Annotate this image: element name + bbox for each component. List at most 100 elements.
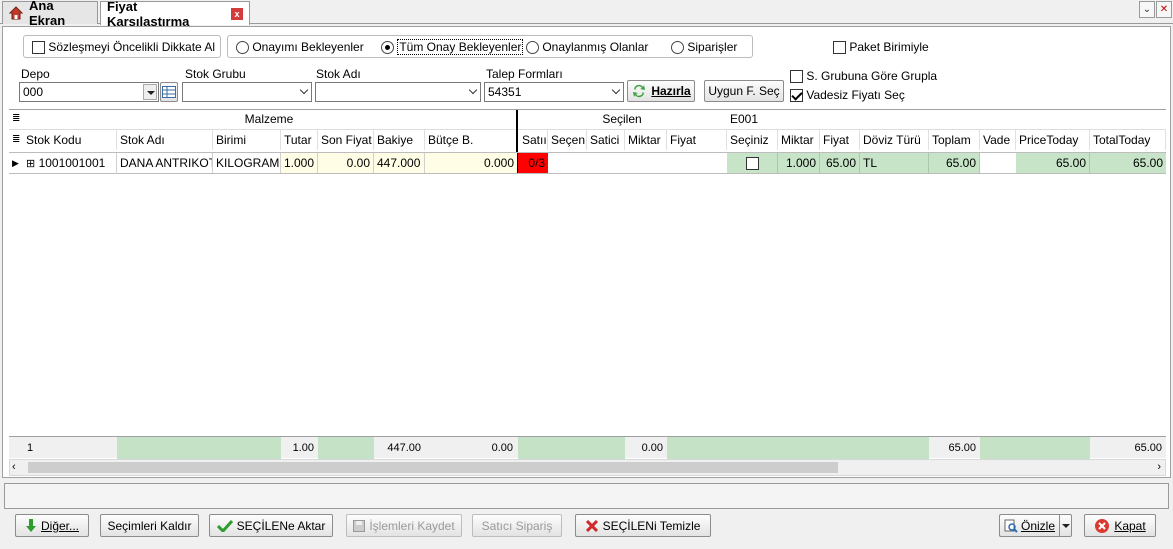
cell-birimi: KILOGRAM <box>213 153 281 173</box>
onizle-dropdown-button[interactable] <box>1059 514 1072 537</box>
col-doviz[interactable]: Döviz Türü <box>860 130 929 150</box>
scroll-thumb[interactable] <box>28 462 838 473</box>
islemleri-kaydet-button[interactable]: İşlemleri Kaydet <box>346 514 462 537</box>
cell-total-today: 65.00 <box>1090 153 1166 173</box>
status-bar <box>4 483 1169 509</box>
tab-ana-ekran[interactable]: Ana Ekran <box>2 0 98 28</box>
col-seciniz[interactable]: Seçiniz <box>727 130 778 150</box>
grid-footer: 1 1.00 447.00 0.00 0.00 65.00 65.00 <box>9 436 1166 459</box>
band-menu-icon[interactable]: ≣ <box>9 110 23 128</box>
depo-lookup-button[interactable] <box>160 82 178 102</box>
scroll-right-icon[interactable]: › <box>1157 462 1161 473</box>
scroll-left-icon[interactable]: ‹ <box>12 462 16 473</box>
footer-fiyat: 0.00 <box>641 442 663 454</box>
satici-siparis-button[interactable]: Satıcı Sipariş <box>472 514 562 537</box>
col-bakiye[interactable]: Bakiye <box>374 130 425 150</box>
window-close-button[interactable]: ✕ <box>1156 1 1172 18</box>
cell-stok-kodu: 1001001001 <box>38 156 106 170</box>
col-butce[interactable]: Bütçe B. <box>425 130 517 150</box>
col-s-miktar[interactable]: Miktar <box>778 130 820 150</box>
vadesiz-option[interactable]: Vadesiz Fiyatı Seç <box>790 88 905 103</box>
chevron-down-icon[interactable] <box>611 85 621 95</box>
radio-onaylanmis-olanlar[interactable]: Onaylanmış Olanlar <box>526 40 648 55</box>
cell-son-fiyat: 0.00 <box>318 153 374 173</box>
depo-combo[interactable]: 000 <box>19 82 159 102</box>
radio-tum-onay-bekleyenler[interactable]: Tüm Onay Bekleyenler <box>381 39 524 55</box>
approval-radio-group: Onayımı Bekleyenler Tüm Onay Bekleyenler… <box>227 35 753 58</box>
col-tutar[interactable]: Tutar <box>281 130 318 150</box>
col-s-fiyat[interactable]: Fiyat <box>820 130 860 150</box>
col-toplam[interactable]: Toplam <box>929 130 980 150</box>
priority-checkbox[interactable] <box>32 41 45 55</box>
stok-adi-combo[interactable] <box>315 82 481 102</box>
horizontal-scrollbar[interactable]: ‹ › <box>9 459 1166 476</box>
grid-lookup-icon <box>162 86 176 98</box>
radio-button[interactable] <box>236 41 249 55</box>
stok-grubu-combo[interactable] <box>182 82 312 102</box>
cell-price-today: 65.00 <box>1016 153 1090 173</box>
priority-option[interactable]: Sözleşmeyi Öncelikli Dikkate Al <box>32 40 215 55</box>
chevron-down-icon[interactable] <box>468 85 478 95</box>
priority-group: Sözleşmeyi Öncelikli Dikkate Al <box>23 35 221 58</box>
paket-option[interactable]: Paket Birimiyle <box>833 40 929 55</box>
table-row[interactable]: ▶ ⊞ 1001001001 DANA ANTRIKOT KILOGRAM 1.… <box>9 152 1166 174</box>
row-indicator-icon: ▶ <box>12 158 19 168</box>
radio-button[interactable] <box>526 41 539 55</box>
chevron-down-icon <box>1061 523 1070 528</box>
diger-button[interactable]: Diğer... <box>15 514 89 537</box>
grupla-option[interactable]: S. Grubuna Göre Grupla <box>790 69 937 84</box>
vadesiz-checkbox[interactable] <box>790 89 803 103</box>
col-price-today[interactable]: PriceToday <box>1016 130 1090 150</box>
clear-x-icon <box>585 519 598 532</box>
col-stok-kodu[interactable]: Stok Kodu <box>23 130 117 150</box>
cell-satir: 0/3 <box>518 153 548 173</box>
expand-icon[interactable]: ⊞ <box>26 158 35 170</box>
col-vade[interactable]: Vade <box>980 130 1016 150</box>
cell-tutar: 1.000 <box>281 153 318 173</box>
secimleri-kaldir-button[interactable]: Seçimleri Kaldır <box>100 514 199 537</box>
onizle-button[interactable]: Önizle <box>999 514 1059 537</box>
depo-label: Depo <box>21 67 50 81</box>
tab-fiyat-karsilastirma[interactable]: Fiyat Karşılaştırma x <box>100 0 250 29</box>
band-secilen: Seçilen <box>602 112 642 126</box>
checkmark-icon <box>216 519 233 532</box>
save-icon <box>353 519 366 532</box>
chevron-down-icon[interactable] <box>143 84 157 100</box>
arrow-down-icon <box>25 518 36 532</box>
col-birimi[interactable]: Birimi <box>213 130 281 150</box>
uygun-fiyat-sec-button[interactable]: Uygun F. Seç <box>704 80 784 102</box>
window-menu-button[interactable]: ⌄ <box>1139 1 1155 18</box>
hazirla-button[interactable]: Hazırla <box>627 80 695 102</box>
stok-grubu-label: Stok Grubu <box>185 67 246 81</box>
footer-bakiye: 447.00 <box>387 442 421 454</box>
radio-button[interactable] <box>381 41 394 55</box>
paket-checkbox[interactable] <box>833 41 846 55</box>
cell-toplam: 65.00 <box>929 153 980 173</box>
secilene-aktar-button[interactable]: SEÇİLENe Aktar <box>209 514 333 537</box>
chevron-down-icon[interactable] <box>299 85 309 95</box>
tab-close-icon[interactable]: x <box>231 7 243 20</box>
secileni-temizle-button[interactable]: SEÇİLENi Temizle <box>575 514 711 537</box>
talep-formlari-combo[interactable]: 54351 <box>484 82 624 102</box>
col-miktar[interactable]: Miktar <box>625 130 667 150</box>
radio-button[interactable] <box>671 41 684 55</box>
col-fiyat[interactable]: Fiyat <box>667 130 727 150</box>
col-satici[interactable]: Satici <box>587 130 625 150</box>
grupla-checkbox[interactable] <box>790 70 803 84</box>
tab-label: Ana Ekran <box>29 0 66 28</box>
col-stok-adi[interactable]: Stok Adı <box>117 130 213 150</box>
cell-stok-adi: DANA ANTRIKOT <box>117 153 213 173</box>
col-satir[interactable]: Satıı <box>519 130 548 150</box>
column-menu-icon[interactable]: ≣ <box>9 130 23 150</box>
col-total-today[interactable]: TotalToday <box>1090 130 1166 150</box>
radio-onayimi-bekleyenler[interactable]: Onayımı Bekleyenler <box>236 40 364 55</box>
kapat-button[interactable]: Kapat <box>1084 514 1156 537</box>
radio-siparisler[interactable]: Siparişler <box>671 40 737 55</box>
col-son-fiyat[interactable]: Son Fiyat <box>318 130 374 150</box>
col-secen[interactable]: Seçen <box>548 130 587 150</box>
seciniz-checkbox[interactable] <box>745 157 759 171</box>
band-malzeme: Malzeme <box>244 112 294 126</box>
home-icon <box>8 6 24 20</box>
footer-count: 1 <box>27 442 34 454</box>
main-panel: Sözleşmeyi Öncelikli Dikkate Al Onayımı … <box>2 26 1171 478</box>
